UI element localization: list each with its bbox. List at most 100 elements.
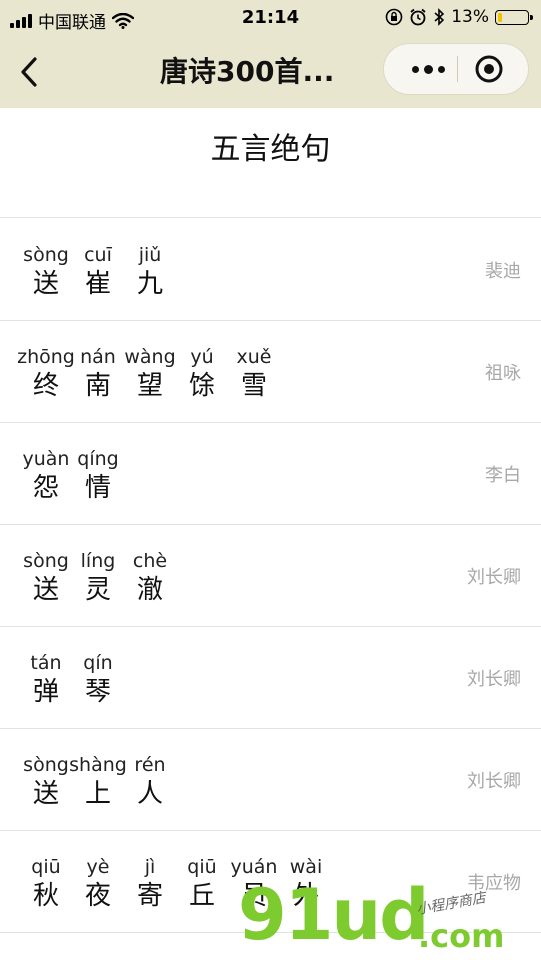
pinyin: shàng: [69, 754, 127, 776]
close-mini-program-button[interactable]: [472, 52, 506, 86]
title-character: qíng 情: [72, 447, 124, 505]
pinyin: sòng: [23, 550, 69, 572]
pinyin: jì: [144, 856, 156, 878]
hanzi: 南: [84, 371, 111, 401]
poem-row[interactable]: sòng 送 shàng 上 rén 人 刘长卿: [0, 729, 541, 831]
battery-icon: [495, 9, 533, 25]
poem-title: sòng 送 shàng 上 rén 人: [20, 753, 176, 811]
title-character: sòng 送: [20, 243, 72, 301]
hanzi: 崔: [84, 269, 111, 299]
title-character: qiū 丘: [176, 855, 228, 913]
poem-row[interactable]: sòng 送 cuī 崔 jiǔ 九 裴迪: [0, 219, 541, 321]
pinyin: wàng: [124, 346, 176, 368]
hanzi: 寄: [136, 881, 163, 911]
capsule-divider: [457, 56, 458, 82]
status-icons: 13%: [385, 7, 533, 27]
nav-bar: 唐诗300首...: [0, 36, 541, 108]
hanzi: 送: [32, 779, 59, 809]
watermark-brand: 91ud: [238, 874, 429, 956]
pinyin: yú: [190, 346, 214, 368]
title-character: tán 弹: [20, 651, 72, 709]
poem-title: yuàn 怨 qíng 情: [20, 447, 124, 505]
hanzi: 情: [84, 473, 111, 503]
title-character: qín 琴: [72, 651, 124, 709]
pinyin: qiū: [187, 856, 217, 878]
poem-title: sòng 送 líng 灵 chè 澈: [20, 549, 176, 607]
poem-list: sòng 送 cuī 崔 jiǔ 九 裴迪 zhōng 终 nán 南 wàng 望 yú 馀 xuě 雪 祖咏 y…: [0, 219, 541, 933]
title-character: rén 人: [124, 753, 176, 811]
pinyin: nán: [80, 346, 116, 368]
hanzi: 终: [32, 371, 59, 401]
title-character: sòng 送: [20, 753, 72, 811]
title-character: yú 馀: [176, 345, 228, 403]
title-character: sòng 送: [20, 549, 72, 607]
poem-author: 裴迪: [485, 261, 521, 282]
pinyin: yuàn: [22, 448, 70, 470]
pinyin: yè: [86, 856, 110, 878]
title-character: zhōng 终: [17, 345, 75, 403]
battery-percent: 13%: [451, 7, 489, 27]
pinyin: rén: [134, 754, 166, 776]
title-character: qiū 秋: [20, 855, 72, 913]
hanzi: 雪: [240, 371, 267, 401]
poem-row[interactable]: yuàn 怨 qíng 情 李白: [0, 423, 541, 525]
poem-author: 刘长卿: [467, 771, 521, 792]
hanzi: 送: [32, 269, 59, 299]
hanzi: 丘: [188, 881, 215, 911]
more-dot-icon: [423, 64, 433, 74]
alarm-icon: [410, 8, 426, 26]
poem-row[interactable]: zhōng 终 nán 南 wàng 望 yú 馀 xuě 雪 祖咏: [0, 321, 541, 423]
watermark: 91ud 小程序商店 .com: [238, 875, 538, 955]
title-character: jì 寄: [124, 855, 176, 913]
poem-title: tán 弹 qín 琴: [20, 651, 124, 709]
watermark-domain: .com: [418, 917, 505, 955]
title-character: cuī 崔: [72, 243, 124, 301]
pinyin: zhōng: [17, 346, 75, 368]
poem-title: sòng 送 cuī 崔 jiǔ 九: [20, 243, 176, 301]
more-button[interactable]: [402, 44, 454, 94]
pinyin: qiū: [31, 856, 61, 878]
hanzi: 上: [84, 779, 111, 809]
orientation-lock-icon: [385, 8, 403, 26]
pinyin: sòng: [23, 754, 69, 776]
pinyin: xuě: [236, 346, 272, 368]
title-character: jiǔ 九: [124, 243, 176, 301]
title-character: nán 南: [72, 345, 124, 403]
hanzi: 九: [136, 269, 163, 299]
hanzi: 弹: [32, 677, 59, 707]
poem-row[interactable]: sòng 送 líng 灵 chè 澈 刘长卿: [0, 525, 541, 627]
pinyin: cuī: [84, 244, 112, 266]
pinyin: chè: [132, 550, 168, 572]
mini-program-capsule: [383, 43, 529, 95]
title-character: chè 澈: [124, 549, 176, 607]
hanzi: 馀: [188, 371, 215, 401]
title-character: shàng 上: [69, 753, 127, 811]
poem-author: 李白: [485, 465, 521, 486]
hanzi: 怨: [32, 473, 59, 503]
more-dot-icon: [437, 65, 445, 73]
poem-author: 祖咏: [485, 363, 521, 384]
hanzi: 望: [136, 371, 163, 401]
back-button[interactable]: [14, 52, 44, 92]
hanzi: 夜: [84, 881, 111, 911]
pinyin: qín: [83, 652, 113, 674]
poem-title: zhōng 终 nán 南 wàng 望 yú 馀 xuě 雪: [17, 345, 280, 403]
title-character: líng 灵: [72, 549, 124, 607]
poem-author: 刘长卿: [467, 669, 521, 690]
title-character: yè 夜: [72, 855, 124, 913]
hanzi: 秋: [32, 881, 59, 911]
page-title: 唐诗300首...: [160, 55, 335, 88]
pinyin: qíng: [77, 448, 119, 470]
title-character: xuě 雪: [228, 345, 280, 403]
poem-row[interactable]: tán 弹 qín 琴 刘长卿: [0, 627, 541, 729]
bluetooth-icon: [434, 8, 445, 26]
hanzi: 送: [32, 575, 59, 605]
title-character: yuàn 怨: [20, 447, 72, 505]
pinyin: líng: [80, 550, 116, 572]
hanzi: 灵: [84, 575, 111, 605]
hanzi: 琴: [84, 677, 111, 707]
poem-author: 刘长卿: [467, 567, 521, 588]
more-dot-icon: [411, 65, 419, 73]
pinyin: sòng: [23, 244, 69, 266]
chevron-left-icon: [21, 57, 37, 87]
